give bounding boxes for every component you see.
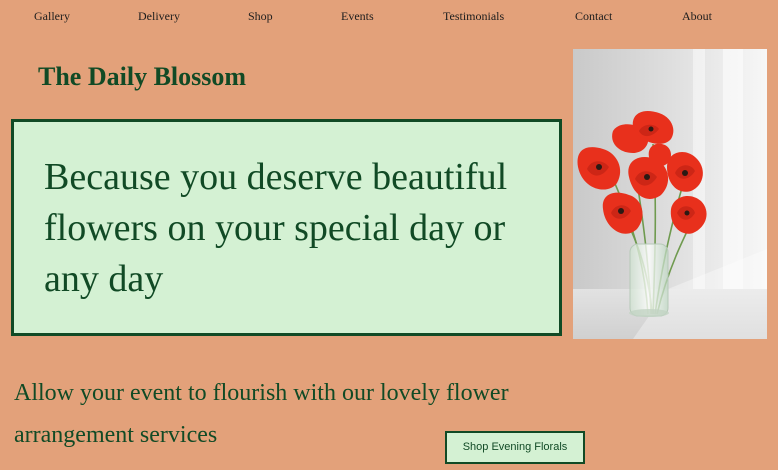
nav-link-shop[interactable]: Shop bbox=[248, 9, 273, 24]
nav-link-delivery[interactable]: Delivery bbox=[138, 9, 180, 24]
top-navigation: Gallery Delivery Shop Events Testimonial… bbox=[0, 0, 778, 32]
hero-headline: Because you deserve beautiful flowers on… bbox=[44, 156, 508, 300]
nav-link-testimonials[interactable]: Testimonials bbox=[443, 9, 504, 24]
nav-link-about[interactable]: About bbox=[682, 9, 712, 24]
nav-link-gallery[interactable]: Gallery bbox=[34, 9, 70, 24]
nav-link-contact[interactable]: Contact bbox=[575, 9, 612, 24]
site-title: The Daily Blossom bbox=[38, 62, 247, 91]
shop-evening-florals-button[interactable]: Shop Evening Florals bbox=[445, 431, 585, 464]
nav-link-events[interactable]: Events bbox=[341, 9, 374, 24]
red-poppies-in-glass-vase-photo bbox=[573, 49, 767, 339]
hero-photo bbox=[573, 49, 767, 339]
hero-panel: Because you deserve beautiful flowers on… bbox=[11, 119, 562, 336]
